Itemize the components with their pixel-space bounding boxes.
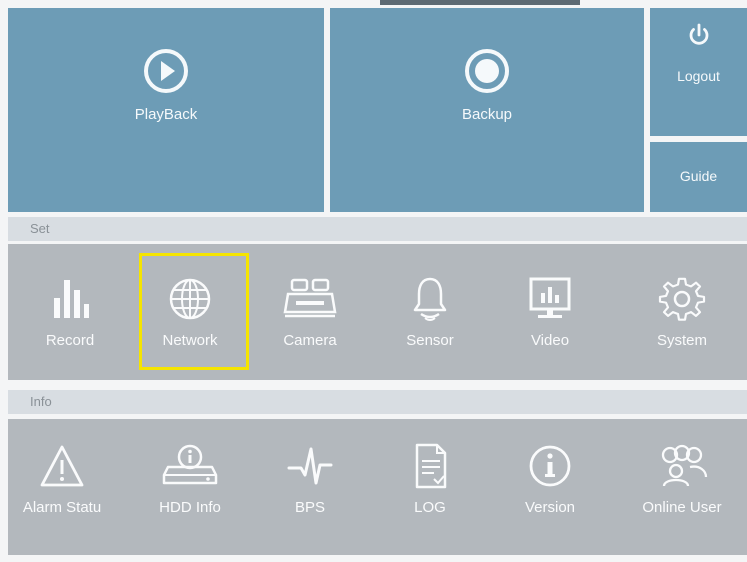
set-panel: Record Network Camera Sensor Video Syste…	[8, 244, 747, 380]
backup-tile[interactable]: Backup	[330, 8, 644, 212]
sensor-label: Sensor	[406, 332, 454, 349]
logout-tile[interactable]: Logout	[650, 8, 747, 136]
sensor-item[interactable]: Sensor	[374, 276, 486, 349]
alarm-status-label: Alarm Statu	[22, 499, 102, 516]
camera-label: Camera	[283, 332, 337, 349]
online-user-item[interactable]: Online User	[626, 443, 738, 516]
log-item[interactable]: LOG	[374, 443, 486, 516]
log-label: LOG	[414, 499, 446, 516]
bell-icon	[413, 277, 447, 321]
record-circle-icon	[465, 49, 509, 93]
set-section-header: Set	[8, 217, 747, 241]
warning-icon	[40, 445, 84, 487]
bar-chart-icon	[54, 280, 89, 318]
system-label: System	[656, 332, 707, 349]
bps-label: BPS	[294, 499, 325, 516]
camera-icon	[283, 278, 337, 318]
hdd-info-item[interactable]: HDD Info	[134, 443, 246, 516]
playback-label: PlayBack	[134, 106, 198, 123]
logout-label: Logout	[677, 68, 720, 84]
network-highlight-box	[139, 253, 249, 370]
camera-item[interactable]: Camera	[254, 276, 366, 349]
version-item[interactable]: Version	[494, 443, 606, 516]
guide-tile[interactable]: Guide	[650, 142, 747, 212]
log-document-icon	[415, 443, 447, 489]
video-label: Video	[530, 332, 570, 349]
users-icon	[661, 444, 708, 487]
monitor-icon	[529, 277, 571, 318]
info-section-header: Info	[8, 390, 747, 414]
video-item[interactable]: Video	[494, 276, 606, 349]
hdd-info-label: HDD Info	[159, 499, 221, 516]
play-circle-icon	[144, 49, 188, 93]
power-icon	[689, 23, 708, 45]
gear-icon	[658, 277, 706, 321]
backup-label: Backup	[461, 106, 513, 123]
record-item[interactable]: Record	[14, 276, 126, 349]
version-label: Version	[524, 499, 576, 516]
playback-tile[interactable]: PlayBack	[8, 8, 324, 212]
pulse-icon	[287, 447, 333, 485]
bps-item[interactable]: BPS	[254, 443, 366, 516]
guide-label: Guide	[679, 168, 718, 184]
info-icon	[529, 445, 571, 487]
system-item[interactable]: System	[626, 276, 738, 349]
hdd-info-icon	[162, 444, 218, 485]
online-user-label: Online User	[642, 499, 722, 516]
top-edge-bar	[380, 0, 580, 5]
info-panel: Alarm Statu HDD Info BPS LOG Version Onl…	[8, 419, 747, 555]
record-label: Record	[45, 332, 95, 349]
alarm-status-item[interactable]: Alarm Statu	[0, 443, 124, 516]
